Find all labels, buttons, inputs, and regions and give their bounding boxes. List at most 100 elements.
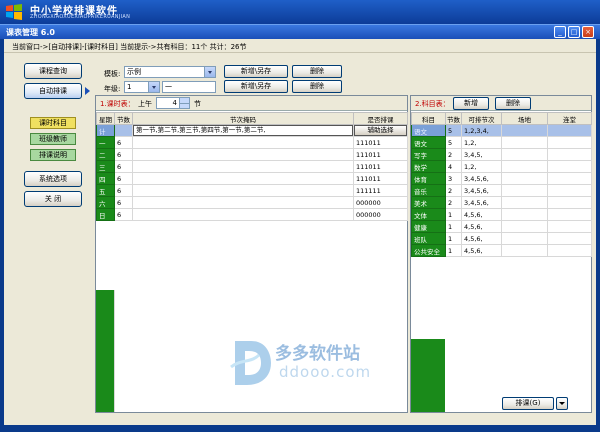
grade-select[interactable]: 1 (124, 81, 160, 93)
subject-cell[interactable]: 体育 (411, 172, 446, 185)
flag-cell[interactable]: 000000 (353, 196, 408, 209)
subject-cell[interactable]: 语文 (411, 136, 446, 149)
double-cell[interactable] (547, 172, 592, 185)
table-row[interactable]: 班队 1 4,5,6, (411, 232, 592, 245)
mask-cell[interactable]: 第一节,第二节,第三节,第四节,第一节,第二节, (132, 124, 354, 137)
maximize-button[interactable]: □ (568, 26, 580, 38)
table-row[interactable]: 音乐 2 3,4,5,6, (411, 184, 592, 197)
minimize-button[interactable]: _ (554, 26, 566, 38)
table-row[interactable]: 写字 2 3,4,5, (411, 148, 592, 161)
mask-cell[interactable] (132, 136, 354, 149)
slots-cell[interactable]: 4,5,6, (461, 232, 502, 245)
venue-cell[interactable] (501, 196, 548, 209)
column-header-subject[interactable]: 科目 (411, 112, 446, 125)
sidebar-item-schedule-notes[interactable]: 排课说明 (30, 149, 76, 161)
table-row[interactable]: 五 6 111111 (96, 184, 408, 197)
count-cell[interactable]: 2 (445, 184, 462, 197)
double-cell[interactable] (547, 232, 592, 245)
venue-cell[interactable] (501, 124, 548, 137)
count-cell[interactable] (114, 124, 133, 137)
chevron-down-icon[interactable] (204, 67, 215, 77)
double-cell[interactable] (547, 136, 592, 149)
table-row[interactable]: 语文 5 1,2, (411, 136, 592, 149)
day-cell[interactable]: 二 (96, 148, 115, 161)
double-cell[interactable] (547, 220, 592, 233)
count-cell[interactable]: 6 (114, 148, 133, 161)
column-header-mask[interactable]: 节次掩码 (132, 112, 354, 125)
table-row[interactable]: 二 6 111011 (96, 148, 408, 161)
sidebar-item-class-teacher[interactable]: 班级教师 (30, 133, 76, 145)
day-cell[interactable]: 三 (96, 160, 115, 173)
mask-cell[interactable] (132, 196, 354, 209)
grade-name-input[interactable]: 一 (162, 81, 216, 93)
venue-cell[interactable] (501, 172, 548, 185)
table-row[interactable]: 健康 1 4,5,6, (411, 220, 592, 233)
table-row[interactable]: 四 6 111011 (96, 172, 408, 185)
count-cell[interactable]: 6 (114, 172, 133, 185)
subject-cell[interactable]: 数学 (411, 160, 446, 173)
venue-cell[interactable] (501, 160, 548, 173)
count-cell[interactable]: 2 (445, 148, 462, 161)
flag-cell[interactable]: 000000 (353, 208, 408, 221)
count-cell[interactable]: 6 (114, 208, 133, 221)
day-cell[interactable]: 计 (96, 124, 115, 137)
subject-cell[interactable]: 写字 (411, 148, 446, 161)
spin-down-icon[interactable] (179, 103, 189, 108)
count-cell[interactable]: 5 (445, 136, 462, 149)
day-cell[interactable]: 六 (96, 196, 115, 209)
sidebar-item-class-subject[interactable]: 课时科目 (30, 117, 76, 129)
close-nav-button[interactable]: 关 闭 (24, 191, 82, 207)
mask-cell[interactable] (132, 208, 354, 221)
column-header-count[interactable]: 节数 (445, 112, 462, 125)
venue-cell[interactable] (501, 232, 548, 245)
double-cell[interactable] (547, 244, 592, 257)
mask-cell[interactable] (132, 148, 354, 161)
template-delete-button[interactable]: 删除 (292, 65, 342, 78)
flag-cell[interactable]: 111011 (353, 160, 408, 173)
aux-select-button[interactable]: 辅助选择 (354, 125, 407, 136)
column-header-double[interactable]: 连堂 (547, 112, 592, 125)
slots-cell[interactable]: 1,2,3,4, (461, 124, 502, 137)
table-row[interactable]: 一 6 111011 (96, 136, 408, 149)
mask-edit-input[interactable]: 第一节,第二节,第三节,第四节,第一节,第二节, (136, 126, 265, 134)
count-cell[interactable]: 6 (114, 196, 133, 209)
system-options-button[interactable]: 系统选项 (24, 171, 82, 187)
slots-cell[interactable]: 1,2, (461, 160, 502, 173)
day-cell[interactable]: 五 (96, 184, 115, 197)
day-cell[interactable]: 一 (96, 136, 115, 149)
column-header-flag[interactable]: 是否排课 (353, 112, 408, 125)
subject-cell[interactable]: 音乐 (411, 184, 446, 197)
count-cell[interactable]: 6 (114, 136, 133, 149)
double-cell[interactable] (547, 184, 592, 197)
venue-cell[interactable] (501, 148, 548, 161)
subject-cell[interactable]: 班队 (411, 232, 446, 245)
mask-cell[interactable] (132, 172, 354, 185)
double-cell[interactable] (547, 124, 592, 137)
column-header-count[interactable]: 节数 (114, 112, 133, 125)
venue-cell[interactable] (501, 136, 548, 149)
count-cell[interactable]: 5 (445, 124, 462, 137)
subject-cell[interactable]: 健康 (411, 220, 446, 233)
grade-delete-button[interactable]: 删除 (292, 80, 342, 93)
subject-add-button[interactable]: 新增 (453, 97, 489, 110)
flag-cell[interactable]: 111011 (353, 148, 408, 161)
venue-cell[interactable] (501, 208, 548, 221)
table-row[interactable]: 日 6 000000 (96, 208, 408, 221)
count-cell[interactable]: 1 (445, 232, 462, 245)
count-cell[interactable]: 3 (445, 172, 462, 185)
subject-cell[interactable]: 公共安全 (411, 244, 446, 257)
venue-cell[interactable] (501, 220, 548, 233)
subject-cell[interactable]: 文体 (411, 208, 446, 221)
flag-cell[interactable]: 辅助选择 (353, 124, 408, 137)
subject-cell[interactable]: 美术 (411, 196, 446, 209)
table-row[interactable]: 三 6 111011 (96, 160, 408, 173)
slots-cell[interactable]: 3,4,5,6, (461, 196, 502, 209)
flag-cell[interactable]: 111011 (353, 136, 408, 149)
double-cell[interactable] (547, 148, 592, 161)
table-row[interactable]: 六 6 000000 (96, 196, 408, 209)
table-row[interactable]: 体育 3 3,4,5,6, (411, 172, 592, 185)
schedule-dropdown-button[interactable] (556, 397, 568, 410)
count-cell[interactable]: 6 (114, 160, 133, 173)
slots-cell[interactable]: 3,4,5,6, (461, 172, 502, 185)
window-titlebar[interactable]: 课表管理 6.0 _ □ × (0, 24, 600, 39)
